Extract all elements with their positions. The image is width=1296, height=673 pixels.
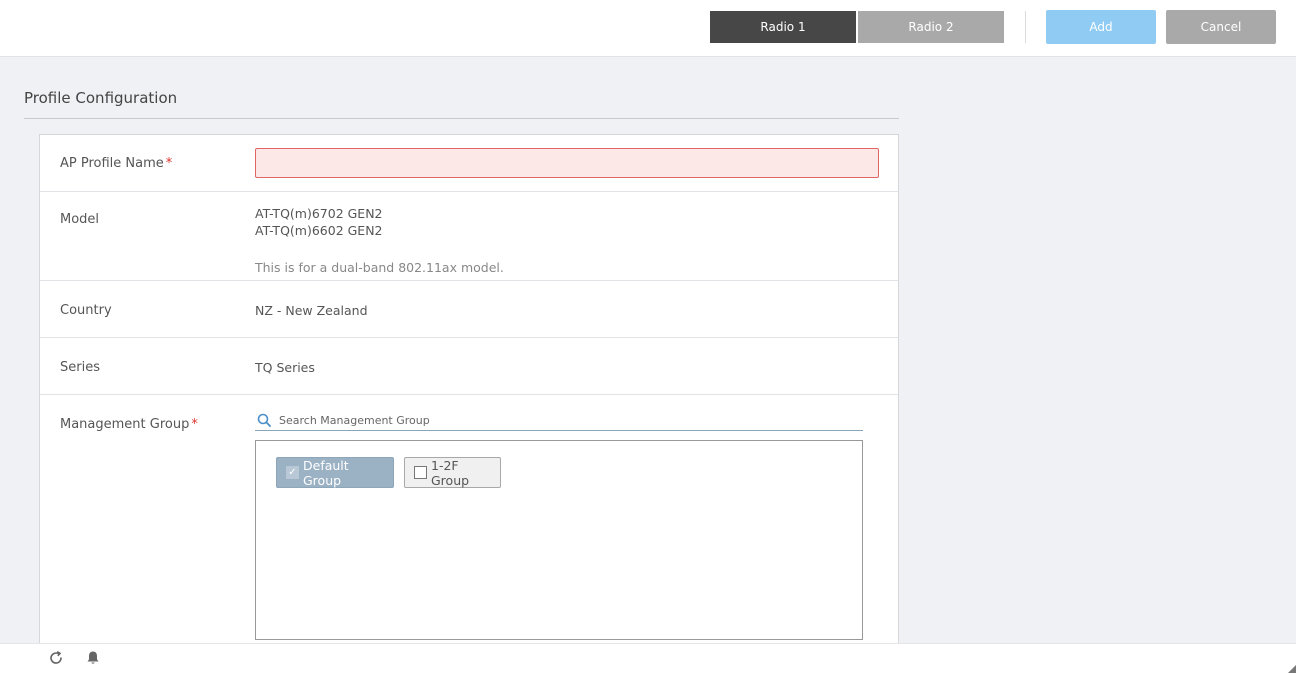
- checkbox-checked-icon[interactable]: ✓: [286, 466, 299, 479]
- top-toolbar: Radio 1 Radio 2 Add Cancel: [0, 0, 1296, 57]
- model-note: This is for a dual-band 802.11ax model.: [255, 260, 504, 275]
- row-ap-profile-name: AP Profile Name *: [40, 135, 898, 192]
- model-value: AT-TQ(m)6702 GEN2: [255, 206, 383, 221]
- group-chip-label: 1-2F Group: [431, 457, 470, 488]
- required-mark: *: [165, 156, 173, 171]
- row-country: Country NZ - New Zealand: [40, 281, 898, 338]
- cancel-button[interactable]: Cancel: [1166, 10, 1276, 44]
- status-bar: [0, 643, 1296, 673]
- refresh-icon[interactable]: [47, 649, 65, 667]
- required-mark: *: [191, 417, 198, 432]
- ap-profile-name-label-text: AP Profile Name: [60, 156, 164, 171]
- resize-grip-icon[interactable]: [1288, 665, 1296, 673]
- country-label: Country: [60, 303, 112, 318]
- row-management-group: Management Group* ✓ Default Group 1-2F G…: [40, 395, 898, 665]
- series-label: Series: [60, 360, 100, 375]
- model-value: AT-TQ(m)6602 GEN2: [255, 223, 383, 238]
- series-value: TQ Series: [255, 360, 315, 375]
- bell-icon[interactable]: [84, 649, 102, 667]
- checkbox-icon[interactable]: [414, 466, 427, 479]
- model-label: Model: [60, 212, 100, 227]
- tab-radio-2[interactable]: Radio 2: [858, 11, 1004, 43]
- management-group-list: ✓ Default Group 1-2F Group: [255, 440, 863, 640]
- model-values: AT-TQ(m)6702 GEN2 AT-TQ(m)6602 GEN2: [255, 205, 383, 239]
- tab-radio-1[interactable]: Radio 1: [710, 11, 856, 43]
- profile-form: AP Profile Name * Model AT-TQ(m)6702 GEN2…: [39, 134, 899, 664]
- search-icon: [257, 413, 271, 427]
- management-group-search-input[interactable]: [279, 411, 859, 429]
- management-group-label-text: Management Group: [60, 417, 190, 432]
- management-group-label: Management Group *: [60, 417, 198, 432]
- row-model: Model AT-TQ(m)6702 GEN2 AT-TQ(m)6602 GEN…: [40, 192, 898, 281]
- row-series: Series TQ Series: [40, 338, 898, 395]
- group-chip-default[interactable]: ✓ Default Group: [276, 457, 394, 488]
- group-chip-1-2f[interactable]: 1-2F Group: [404, 457, 501, 488]
- ap-profile-name-label: AP Profile Name *: [60, 156, 172, 171]
- section-title: Profile Configuration: [24, 89, 178, 107]
- add-button[interactable]: Add: [1046, 10, 1156, 44]
- section-divider: [24, 118, 899, 119]
- country-value: NZ - New Zealand: [255, 303, 368, 318]
- management-group-search: [255, 411, 863, 431]
- toolbar-divider: [1025, 11, 1026, 43]
- group-chip-label: Default Group: [303, 457, 349, 488]
- ap-profile-name-input[interactable]: [255, 148, 879, 178]
